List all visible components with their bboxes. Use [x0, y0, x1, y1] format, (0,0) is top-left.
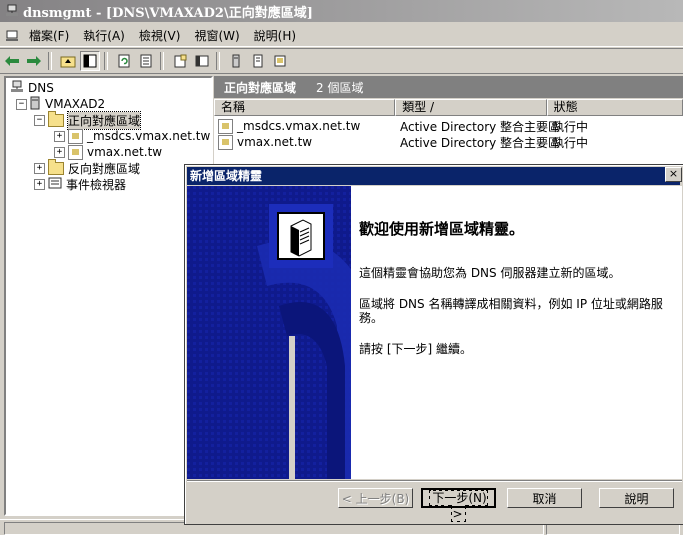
expand-icon[interactable]: + [54, 146, 65, 158]
wizard-heading: 歡迎使用新增區域精靈。 [359, 220, 525, 238]
close-icon[interactable]: × [665, 167, 682, 182]
column-name[interactable]: 名稱 [214, 99, 396, 116]
menu-view[interactable]: 檢視(V) [132, 27, 188, 45]
tree-item-zone-vmax[interactable]: + vmax.net.tw [54, 144, 162, 160]
zone-icon[interactable] [270, 51, 290, 71]
tree-label: vmax.net.tw [87, 145, 163, 159]
toolbar-separator [104, 52, 108, 70]
folder-icon [48, 158, 64, 175]
column-status[interactable]: 狀態 [546, 99, 683, 116]
export-list-icon[interactable] [136, 51, 156, 71]
list-item[interactable]: _msdcs.vmax.net.tw Active Directory 整合主要… [218, 118, 588, 134]
expand-icon[interactable]: + [34, 178, 45, 190]
event-viewer-icon [48, 176, 62, 193]
zone-type: Active Directory 整合主要區 [400, 135, 561, 150]
menu-window[interactable]: 視窗(W) [187, 27, 246, 45]
tree-label: VMAXAD2 [45, 97, 106, 111]
zone-name: _msdcs.vmax.net.tw [237, 119, 361, 133]
zone-icon [218, 134, 233, 150]
tree-item-event-viewer[interactable]: + 事件檢視器 [34, 176, 126, 192]
wizard-zone-explanation: 區域將 DNS 名稱轉譯成相關資料，例如 IP 位址或網路服務。 [359, 297, 663, 325]
toolbar-separator [160, 52, 164, 70]
help-button[interactable]: 說明 [599, 488, 674, 508]
next-button-label: 下一步(N) > [429, 490, 488, 522]
menu-action[interactable]: 執行(A) [76, 27, 132, 45]
window-title: dnsmgmt - [DNS\VMAXAD2\正向對應區域] [23, 5, 313, 21]
tree-label: 正向對應區域 [66, 110, 142, 130]
tree-label: 反向對應區域 [68, 161, 141, 176]
column-type[interactable]: 類型 / [395, 99, 547, 116]
show-tree-icon[interactable] [80, 51, 100, 71]
wizard-banner-art [187, 186, 351, 479]
result-pane-title: 正向對應區域 [224, 80, 297, 95]
dns-app-icon [5, 4, 19, 18]
menu-bar: 檔案(F) 執行(A) 檢視(V) 視窗(W) 說明(H) [0, 26, 683, 47]
zone-type: Active Directory 整合主要區 [400, 119, 561, 134]
tree-label: _msdcs.vmax.net.tw [87, 129, 211, 143]
collapse-icon[interactable]: − [16, 98, 27, 110]
refresh-icon[interactable] [114, 51, 134, 71]
folder-open-icon [48, 110, 64, 127]
column-headers: 名稱 類型 / 狀態 [214, 99, 683, 116]
toolbar [0, 48, 683, 74]
console-tree: DNS − VMAXAD2 − 正向對應區域 + _msdcs.vmax.net… [4, 76, 213, 516]
properties-icon[interactable] [170, 51, 190, 71]
tree-item-zone-msdcs[interactable]: + _msdcs.vmax.net.tw [54, 128, 210, 144]
server-icon[interactable] [226, 51, 246, 71]
console-menu-icon[interactable] [2, 26, 22, 46]
back-icon[interactable] [2, 51, 22, 71]
wizard-instruction: 請按 [下一步] 繼續。 [359, 342, 472, 356]
tree-item-dns[interactable]: DNS [10, 80, 54, 96]
document-icon[interactable] [248, 51, 268, 71]
tree-label: DNS [28, 81, 54, 95]
zone-icon [68, 128, 83, 144]
wizard-titlebar: 新增區域精靈 [187, 167, 680, 185]
expand-icon[interactable]: + [34, 162, 45, 174]
new-zone-wizard-dialog: 新增區域精靈 × 歡迎使用新增區域精靈。 這個精靈會協助您為 DNS 伺服器建立… [184, 164, 683, 525]
result-pane-header: 正向對應區域 2 個區域 [214, 76, 683, 98]
up-folder-icon[interactable] [58, 51, 78, 71]
wizard-divider [187, 480, 682, 482]
zone-icon [218, 118, 233, 134]
toolbar-separator [48, 52, 52, 70]
expand-icon[interactable]: + [54, 130, 65, 142]
menu-file[interactable]: 檔案(F) [22, 27, 76, 45]
wizard-description: 這個精靈會協助您為 DNS 伺服器建立新的區域。 [359, 266, 621, 280]
next-button[interactable]: 下一步(N) > [421, 488, 496, 522]
tree-label: 事件檢視器 [66, 177, 127, 192]
server-tower-icon [290, 219, 312, 257]
zone-status: 執行中 [552, 135, 589, 150]
wizard-banner [187, 186, 351, 479]
zone-icon [68, 144, 83, 160]
tree-item-reverse-zones[interactable]: + 反向對應區域 [34, 158, 141, 176]
collapse-icon[interactable]: − [34, 114, 45, 126]
back-button[interactable]: < 上一步(B) [338, 488, 413, 508]
forward-icon[interactable] [24, 51, 44, 71]
list-item[interactable]: vmax.net.tw Active Directory 整合主要區 執行中 [218, 134, 588, 150]
wizard-content: 歡迎使用新增區域精靈。 這個精靈會協助您為 DNS 伺服器建立新的區域。 區域將… [351, 186, 682, 479]
tree-item-forward-zones[interactable]: − 正向對應區域 [34, 110, 142, 130]
tree-item-server[interactable]: − VMAXAD2 [16, 96, 105, 112]
zone-count: 2 個區域 [316, 80, 364, 95]
zone-status: 執行中 [552, 119, 589, 134]
toolbar-separator [216, 52, 220, 70]
server-icon [30, 96, 40, 113]
window-titlebar: dnsmgmt - [DNS\VMAXAD2\正向對應區域] [0, 0, 683, 22]
menu-help[interactable]: 說明(H) [247, 27, 303, 45]
cancel-button[interactable]: 取消 [507, 488, 582, 508]
zone-name: vmax.net.tw [237, 135, 313, 149]
console-icon[interactable] [192, 51, 212, 71]
wizard-title: 新增區域精靈 [190, 169, 263, 183]
dns-root-icon [10, 80, 24, 97]
